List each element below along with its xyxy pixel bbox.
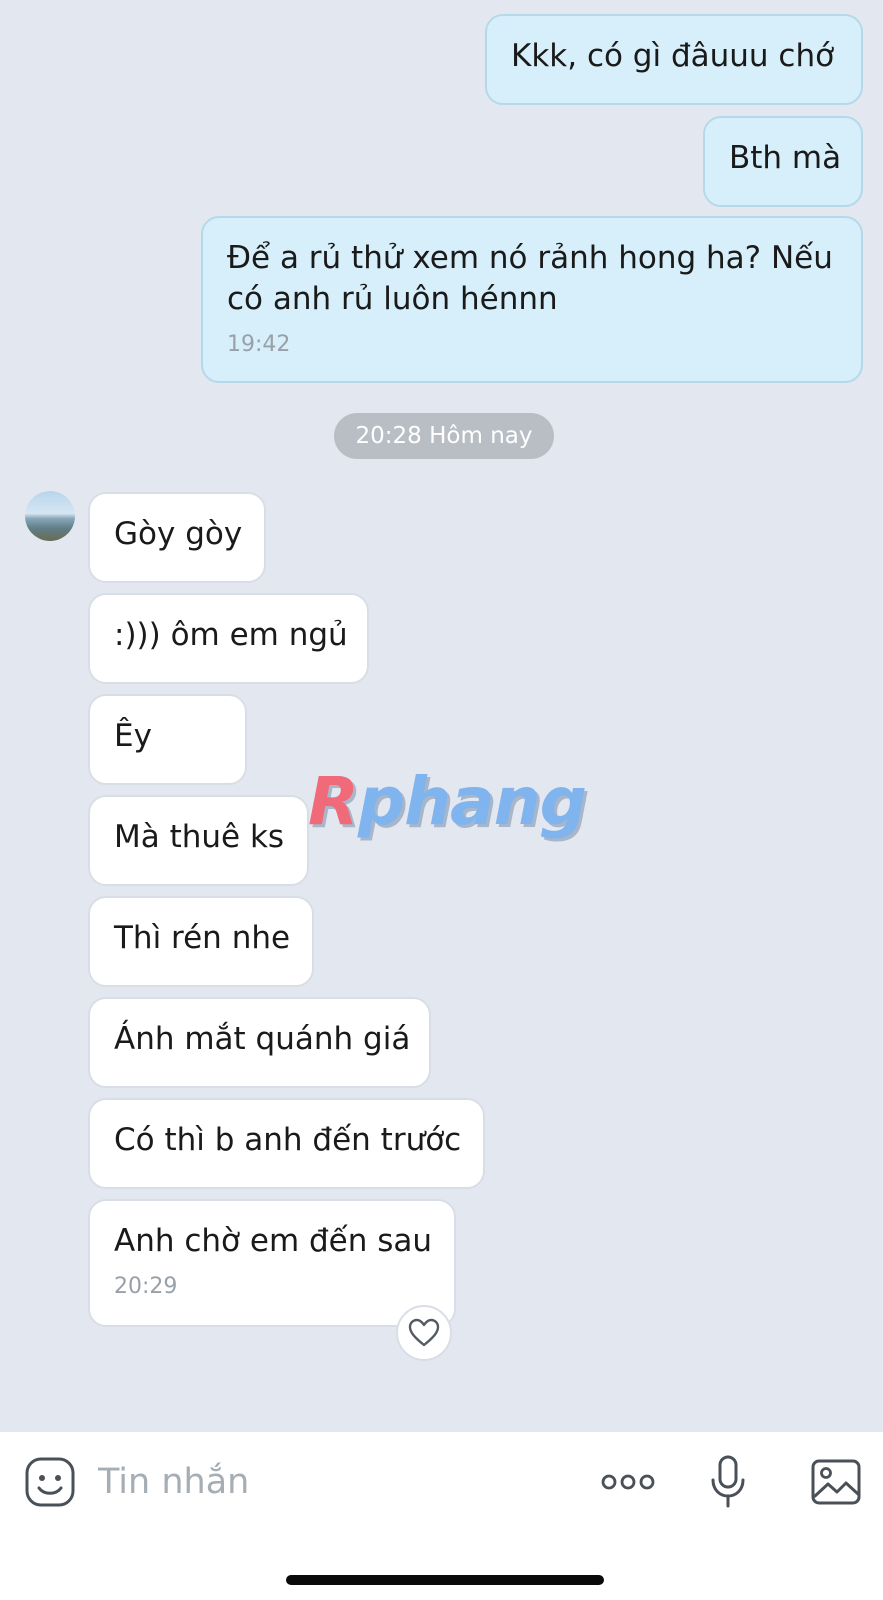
message-text: Êy <box>114 718 152 754</box>
message-text: Mà thuê ks <box>114 819 285 855</box>
chat-area[interactable]: Kkk, có gì đâuuu chớ Bth mà Để a rủ thử … <box>0 0 883 1432</box>
message-timestamp: 19:42 <box>227 332 291 357</box>
image-icon <box>811 1459 861 1505</box>
more-dots-icon <box>601 1474 655 1490</box>
received-message[interactable]: Mà thuê ks <box>88 795 309 886</box>
message-text: Anh chờ em đến sau <box>114 1223 433 1259</box>
received-message[interactable]: Gòy gòy <box>88 492 266 583</box>
message-text: Có thì b anh đến trước <box>114 1122 462 1158</box>
message-timestamp: 20:29 <box>114 1274 178 1299</box>
home-indicator[interactable] <box>286 1575 604 1585</box>
sent-message[interactable]: Bth mà <box>703 116 863 207</box>
watermark-logo: Rphang <box>308 763 587 840</box>
received-message[interactable]: Anh chờ em đến sau 20:29 <box>88 1199 456 1327</box>
received-message[interactable]: Êy <box>88 694 247 785</box>
react-heart-button[interactable] <box>396 1305 452 1361</box>
voice-record-button[interactable] <box>708 1454 748 1510</box>
received-message[interactable]: :))) ôm em ngủ <box>88 593 369 684</box>
message-text: Ánh mắt quánh giá <box>114 1021 411 1057</box>
date-separator: 20:28 Hôm nay <box>334 413 554 459</box>
heart-icon <box>408 1318 440 1347</box>
received-message[interactable]: Ánh mắt quánh giá <box>88 997 431 1088</box>
microphone-icon <box>711 1455 745 1508</box>
message-text: Gòy gòy <box>114 516 243 552</box>
received-message[interactable]: Có thì b anh đến trước <box>88 1098 485 1189</box>
sent-message[interactable]: Để a rủ thử xem nó rảnh hong ha? Nếu có … <box>201 216 863 383</box>
more-options-button[interactable] <box>600 1466 656 1498</box>
message-text: Thì rén nhe <box>114 920 291 956</box>
emoji-smile-icon <box>25 1457 75 1507</box>
message-text: Bth mà <box>729 140 842 176</box>
received-message[interactable]: Thì rén nhe <box>88 896 314 987</box>
sent-message[interactable]: Kkk, có gì đâuuu chớ <box>485 14 863 105</box>
message-text: :))) ôm em ngủ <box>114 617 348 653</box>
message-text: Kkk, có gì đâuuu chớ <box>511 38 835 74</box>
message-text: Để a rủ thử xem nó rảnh hong ha? Nếu có … <box>227 240 833 317</box>
send-image-button[interactable] <box>810 1456 862 1508</box>
message-input[interactable] <box>98 1452 558 1512</box>
contact-avatar[interactable] <box>25 491 75 541</box>
emoji-button[interactable] <box>24 1456 76 1508</box>
